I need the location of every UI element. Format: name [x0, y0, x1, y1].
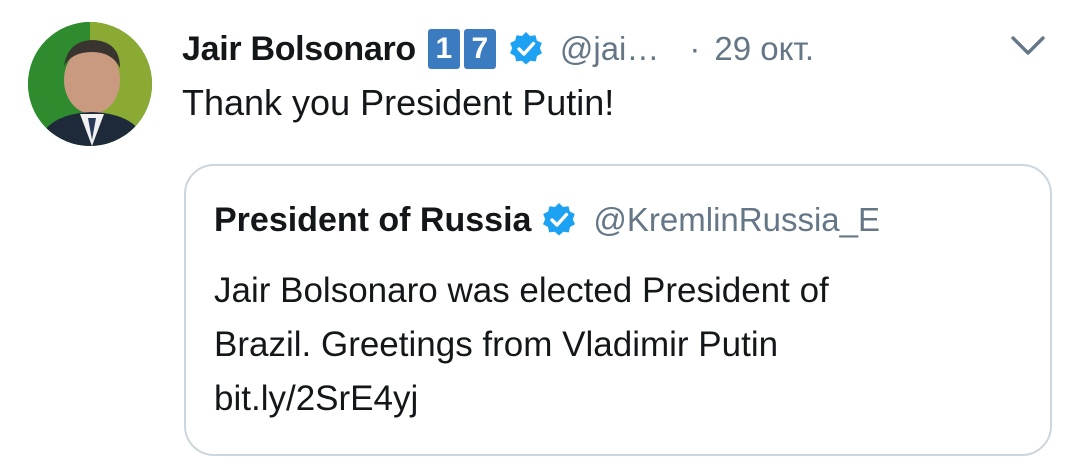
- quoted-tweet-text: Jair Bolsonaro was elected President of …: [214, 264, 829, 426]
- number-badge-1: 1: [427, 29, 460, 69]
- quoted-text-line: Jair Bolsonaro was elected President of: [214, 271, 829, 310]
- quoted-author-handle: @KremlinRussia_E: [593, 201, 881, 238]
- quoted-tweet-card[interactable]: President of Russia @KremlinRussia_E Jai…: [184, 164, 1052, 456]
- separator-dot: ·: [689, 30, 701, 67]
- tweet-text: Thank you President Putin!: [182, 82, 615, 123]
- number-badges: 1 7: [427, 29, 496, 69]
- author-avatar[interactable]: [28, 22, 152, 146]
- verified-badge-icon: [508, 31, 544, 67]
- verified-badge-icon: [541, 202, 577, 238]
- quoted-tweet-header: President of Russia @KremlinRussia_E: [214, 194, 880, 246]
- chevron-down-icon[interactable]: [1008, 30, 1048, 62]
- author-handle[interactable]: @jai…: [560, 30, 660, 68]
- tweet[interactable]: Jair Bolsonaro 1 7 @jai… · 29 окт. Thank…: [0, 0, 1080, 472]
- author-name[interactable]: Jair Bolsonaro: [182, 30, 416, 69]
- quoted-link[interactable]: bit.ly/2SrE4yj: [214, 372, 829, 426]
- quoted-author-name: President of Russia: [214, 200, 532, 239]
- tweet-timestamp[interactable]: 29 окт.: [714, 30, 814, 68]
- quoted-text-line: Brazil. Greetings from Vladimir Putin: [214, 325, 779, 364]
- number-badge-7: 7: [463, 29, 496, 69]
- tweet-header: Jair Bolsonaro 1 7 @jai… · 29 окт.: [182, 24, 814, 74]
